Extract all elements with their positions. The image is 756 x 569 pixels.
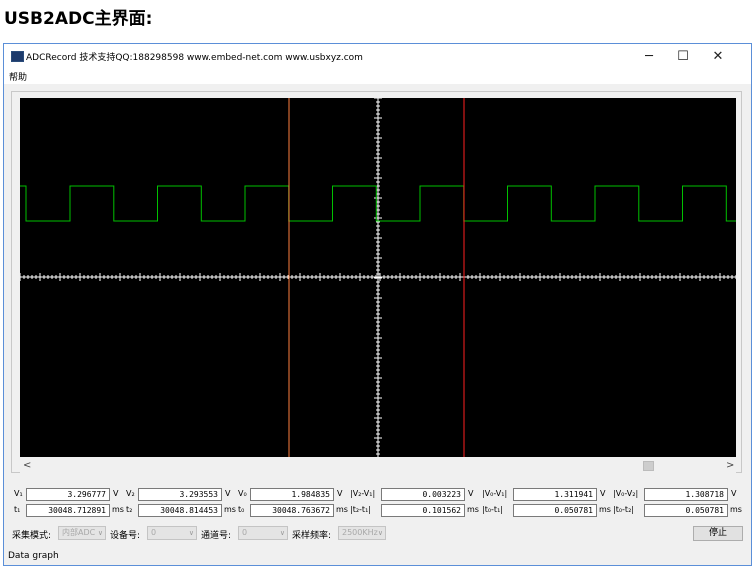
- window-title: ADCRecord 技术支持QQ:188298598 www.embed-net…: [26, 53, 363, 63]
- t0-t1-unit: ms: [599, 505, 611, 514]
- v0-v1-field[interactable]: 1.311941: [513, 488, 597, 501]
- t2-t1-unit: ms: [467, 505, 479, 514]
- horizontal-scrollbar[interactable]: < >: [20, 458, 736, 475]
- rate-select[interactable]: 2500KHz ∨: [338, 526, 386, 540]
- v1-label: V₁: [14, 489, 23, 498]
- mode-label: 采集模式:: [12, 531, 52, 541]
- t0-t2-unit: ms: [730, 505, 742, 514]
- close-button[interactable]: ✕: [701, 44, 735, 69]
- t2-t1-label: |t₂-t₁|: [350, 505, 371, 514]
- chevron-down-icon: ∨: [97, 529, 103, 537]
- t2-field[interactable]: 30048.814453: [138, 504, 222, 517]
- time-measure-row: t₁ 30048.712891 ms t₂ 30048.814453 ms t₀…: [0, 504, 756, 518]
- t0-field[interactable]: 30048.763672: [250, 504, 334, 517]
- rate-label: 采样频率:: [292, 531, 332, 541]
- t2-unit: ms: [224, 505, 236, 514]
- t0-t2-field[interactable]: 0.050781: [644, 504, 728, 517]
- v0-unit: V: [337, 489, 343, 498]
- chevron-down-icon: ∨: [188, 529, 194, 537]
- device-select-value: 0: [151, 528, 157, 537]
- scroll-left-arrow-icon[interactable]: <: [23, 460, 31, 471]
- t0-t1-label: |t₀-t₁|: [482, 505, 503, 514]
- t0-label: t₀: [238, 505, 245, 514]
- status-text: Data graph: [8, 551, 59, 561]
- v0-v2-label: |V₀-V₂|: [613, 489, 639, 498]
- maximize-button[interactable]: ☐: [666, 44, 700, 69]
- v2-field[interactable]: 3.293553: [138, 488, 222, 501]
- app-icon: [11, 51, 24, 62]
- t1-field[interactable]: 30048.712891: [26, 504, 110, 517]
- waveform-plot[interactable]: [20, 98, 736, 457]
- v1-unit: V: [113, 489, 119, 498]
- chevron-down-icon: ∨: [377, 529, 383, 537]
- t1-label: t₁: [14, 505, 21, 514]
- scroll-right-arrow-icon[interactable]: >: [726, 460, 734, 471]
- device-select[interactable]: 0 ∨: [147, 526, 197, 540]
- rate-select-value: 2500KHz: [342, 528, 378, 537]
- t0-t1-field[interactable]: 0.050781: [513, 504, 597, 517]
- menu-bar: 帮助: [4, 69, 751, 84]
- v2-v1-unit: V: [468, 489, 474, 498]
- page-heading: USB2ADC主界面:: [4, 9, 153, 29]
- channel-label: 通道号:: [201, 531, 232, 541]
- v2-unit: V: [225, 489, 231, 498]
- t2-label: t₂: [126, 505, 133, 514]
- title-bar: ADCRecord 技术支持QQ:188298598 www.embed-net…: [4, 44, 751, 69]
- v0-v2-unit: V: [731, 489, 737, 498]
- v0-v1-label: |V₀-V₁|: [482, 489, 508, 498]
- v0-field[interactable]: 1.984835: [250, 488, 334, 501]
- t0-unit: ms: [336, 505, 348, 514]
- mode-select[interactable]: 内部ADC ∨: [58, 526, 106, 540]
- minimize-button[interactable]: ─: [632, 44, 666, 69]
- voltage-measure-row: V₁ 3.296777 V V₂ 3.293553 V V₀ 1.984835 …: [0, 488, 756, 502]
- v2-v1-label: |V₂-V₁|: [350, 489, 376, 498]
- control-row: 采集模式: 内部ADC ∨ 设备号: 0 ∨ 通道号: 0 ∨ 采样频率: 25…: [0, 525, 756, 541]
- v2-v1-field[interactable]: 0.003223: [381, 488, 465, 501]
- device-label: 设备号:: [110, 531, 141, 541]
- channel-select[interactable]: 0 ∨: [238, 526, 288, 540]
- menu-item-help[interactable]: 帮助: [9, 70, 27, 83]
- chevron-down-icon: ∨: [279, 529, 285, 537]
- t2-t1-field[interactable]: 0.101562: [381, 504, 465, 517]
- stop-button[interactable]: 停止: [693, 526, 743, 541]
- v2-label: V₂: [126, 489, 135, 498]
- mode-select-value: 内部ADC: [62, 528, 96, 537]
- v0-v2-field[interactable]: 1.308718: [644, 488, 728, 501]
- channel-select-value: 0: [242, 528, 248, 537]
- v0-label: V₀: [238, 489, 247, 498]
- t1-unit: ms: [112, 505, 124, 514]
- scroll-thumb[interactable]: [643, 461, 654, 471]
- v0-v1-unit: V: [600, 489, 606, 498]
- t0-t2-label: |t₀-t₂|: [613, 505, 634, 514]
- v1-field[interactable]: 3.296777: [26, 488, 110, 501]
